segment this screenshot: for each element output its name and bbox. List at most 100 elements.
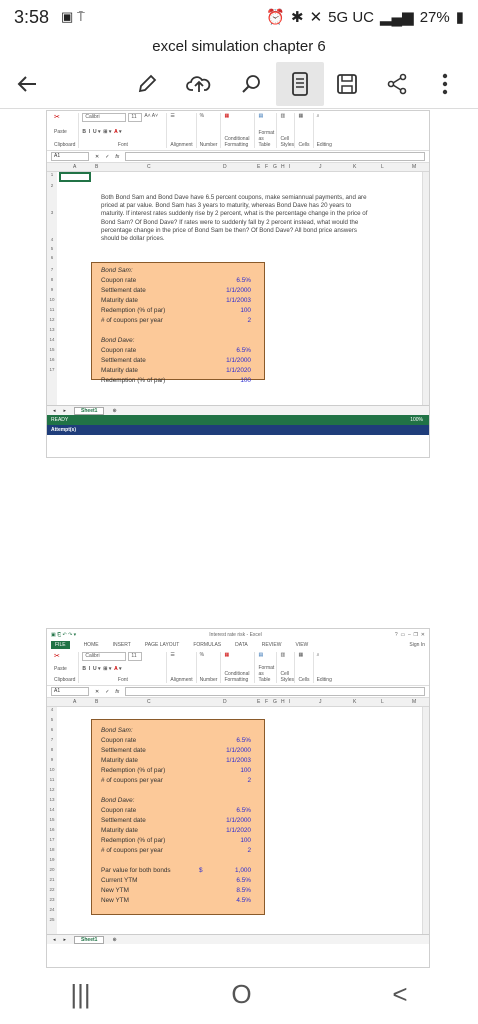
sheet-next-icon-2[interactable]: ▸ bbox=[64, 937, 67, 943]
home-button[interactable]: O bbox=[231, 979, 251, 1010]
row-11[interactable]: 11 bbox=[47, 307, 57, 312]
col-f[interactable]: F bbox=[265, 164, 268, 170]
sam-settlement-value[interactable]: 1/1/2000 bbox=[211, 287, 251, 294]
number-group-2[interactable]: % Number bbox=[197, 652, 222, 683]
dave-coupons-value-2[interactable]: 2 bbox=[211, 847, 251, 854]
row-5[interactable]: 5 bbox=[47, 246, 57, 251]
row-18b[interactable]: 18 bbox=[47, 847, 57, 852]
new-ytm-down-value[interactable]: 4.5% bbox=[211, 897, 251, 904]
recents-button[interactable]: ||| bbox=[70, 979, 90, 1010]
enter-icon[interactable]: ✓ bbox=[105, 154, 109, 160]
row-9[interactable]: 9 bbox=[47, 287, 57, 292]
fx-label-2[interactable]: fx bbox=[115, 689, 119, 695]
tab-review[interactable]: REVIEW bbox=[262, 642, 282, 648]
row-25b[interactable]: 25 bbox=[47, 917, 57, 922]
editing-group[interactable]: ⌕ Editing bbox=[314, 113, 335, 148]
selected-cell-a1[interactable] bbox=[59, 172, 91, 182]
tab-view[interactable]: VIEW bbox=[295, 642, 308, 648]
conditional-formatting-button[interactable]: ▦ Conditional Formatting bbox=[221, 113, 256, 148]
sign-in-link[interactable]: Sign In bbox=[409, 642, 425, 648]
dave-redemption-value[interactable]: 100 bbox=[211, 377, 251, 384]
col-g[interactable]: G bbox=[273, 164, 277, 170]
cells-group[interactable]: ▦ Cells bbox=[295, 113, 314, 148]
enter-icon-2[interactable]: ✓ bbox=[105, 689, 109, 695]
alignment-group-2[interactable]: ☰ Alignment bbox=[167, 652, 197, 683]
font-grow-icon[interactable]: A˄ A˅ bbox=[144, 113, 158, 122]
col-m[interactable]: M bbox=[412, 164, 416, 170]
vertical-scrollbar[interactable] bbox=[422, 172, 429, 405]
format-as-table-button[interactable]: ▤ Format as Table bbox=[255, 113, 278, 148]
sam-coupons-value-2[interactable]: 2 bbox=[211, 777, 251, 784]
row-2[interactable]: 2 bbox=[47, 183, 57, 188]
row-11b[interactable]: 11 bbox=[47, 777, 57, 782]
col-k-2[interactable]: K bbox=[353, 699, 356, 705]
row-1[interactable]: 1 bbox=[47, 172, 57, 177]
cut-icon-2[interactable]: ✂ bbox=[54, 652, 75, 660]
row-4b[interactable]: 4 bbox=[47, 707, 57, 712]
sam-coupons-value[interactable]: 2 bbox=[211, 317, 251, 324]
col-d-2[interactable]: D bbox=[223, 699, 227, 705]
font-size-box-2[interactable]: 11 bbox=[128, 652, 143, 661]
par-value-value[interactable]: 1,000 bbox=[211, 867, 251, 874]
col-e[interactable]: E bbox=[257, 164, 260, 170]
quick-access-icons[interactable]: ▣ ⎗ ↶ ↷ ▾ bbox=[51, 632, 76, 638]
zoom-label[interactable]: 100% bbox=[410, 417, 423, 423]
row-9b[interactable]: 9 bbox=[47, 757, 57, 762]
col-b-2[interactable]: B bbox=[95, 699, 98, 705]
row-12[interactable]: 12 bbox=[47, 317, 57, 322]
col-b[interactable]: B bbox=[95, 164, 98, 170]
dave-settlement-value-2[interactable]: 1/1/2000 bbox=[211, 817, 251, 824]
col-c[interactable]: C bbox=[147, 164, 151, 170]
share-icon[interactable] bbox=[380, 67, 414, 101]
col-j-2[interactable]: J bbox=[319, 699, 322, 705]
dave-coupon-value[interactable]: 6.5% bbox=[211, 347, 251, 354]
sheet-grid[interactable]: 1 2 3 4 5 6 7 8 9 10 11 12 13 14 15 16 1… bbox=[47, 172, 429, 405]
row-24b[interactable]: 24 bbox=[47, 907, 57, 912]
row-12b[interactable]: 12 bbox=[47, 787, 57, 792]
font-name-box[interactable]: Calibri bbox=[82, 113, 127, 122]
sheet-tab-2[interactable]: Sheet1 bbox=[74, 935, 105, 944]
row-20b[interactable]: 20 bbox=[47, 867, 57, 872]
add-sheet-icon-2[interactable]: ⊕ bbox=[112, 937, 116, 943]
row-16[interactable]: 16 bbox=[47, 357, 57, 362]
sam-redemption-value[interactable]: 100 bbox=[211, 307, 251, 314]
col-l[interactable]: L bbox=[381, 164, 384, 170]
paste-label[interactable]: Paste bbox=[54, 129, 75, 135]
sam-coupon-value[interactable]: 6.5% bbox=[211, 277, 251, 284]
sheet-tab[interactable]: Sheet1 bbox=[74, 406, 105, 415]
col-l-2[interactable]: L bbox=[381, 699, 384, 705]
font-size-box[interactable]: 11 bbox=[128, 113, 143, 122]
col-j[interactable]: J bbox=[319, 164, 322, 170]
new-ytm-up-value[interactable]: 8.5% bbox=[211, 887, 251, 894]
sheet-prev-icon-2[interactable]: ◂ bbox=[53, 937, 56, 943]
col-e-2[interactable]: E bbox=[257, 699, 260, 705]
back-arrow-icon[interactable] bbox=[10, 67, 44, 101]
col-i[interactable]: I bbox=[289, 164, 290, 170]
save-icon[interactable] bbox=[330, 67, 364, 101]
row-3[interactable]: 3 bbox=[47, 210, 57, 215]
col-i-2[interactable]: I bbox=[289, 699, 290, 705]
back-button[interactable]: < bbox=[392, 979, 407, 1010]
cancel-icon-2[interactable]: ✕ bbox=[95, 689, 99, 695]
col-k[interactable]: K bbox=[353, 164, 356, 170]
row-14[interactable]: 14 bbox=[47, 337, 57, 342]
row-7b[interactable]: 7 bbox=[47, 737, 57, 742]
row-4[interactable]: 4 bbox=[47, 237, 57, 242]
cell-styles-button[interactable]: ▥ Cell Styles bbox=[277, 113, 296, 148]
sam-redemption-value-2[interactable]: 100 bbox=[211, 767, 251, 774]
col-g-2[interactable]: G bbox=[273, 699, 277, 705]
sam-settlement-value-2[interactable]: 1/1/2000 bbox=[211, 747, 251, 754]
sheet-prev-icon[interactable]: ◂ bbox=[53, 408, 56, 414]
number-group[interactable]: % Number bbox=[197, 113, 222, 148]
row-16b[interactable]: 16 bbox=[47, 827, 57, 832]
vertical-scrollbar-2[interactable] bbox=[422, 707, 429, 934]
col-f-2[interactable]: F bbox=[265, 699, 268, 705]
sheet-grid-2[interactable]: 4 5 6 7 8 9 10 11 12 13 14 15 16 17 18 1… bbox=[47, 707, 429, 934]
row-6[interactable]: 6 bbox=[47, 255, 57, 260]
tab-data[interactable]: DATA bbox=[235, 642, 248, 648]
name-box[interactable]: A1 bbox=[51, 152, 89, 161]
search-icon[interactable] bbox=[234, 67, 268, 101]
cells-group-2[interactable]: ▦ Cells bbox=[295, 652, 314, 683]
editing-group-2[interactable]: ⌕ Editing bbox=[314, 652, 335, 683]
pen-icon[interactable] bbox=[130, 67, 164, 101]
